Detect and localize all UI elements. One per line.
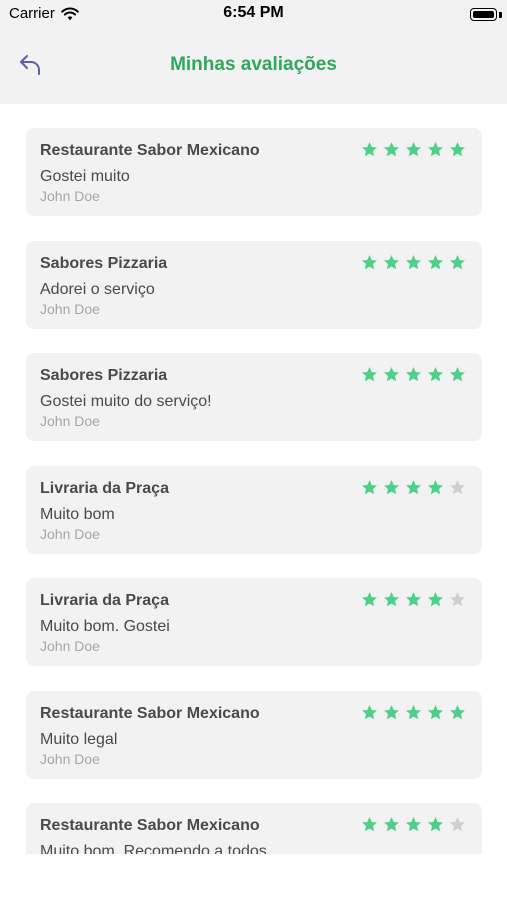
status-time: 6:54 PM <box>223 4 284 21</box>
star-filled-icon <box>406 254 421 269</box>
review-card[interactable]: Restaurante Sabor Mexicano Gostei muito Jo… <box>26 128 482 216</box>
review-place-name: Restaurante Sabor Mexicano <box>40 817 260 834</box>
review-comment: Muito bom <box>40 505 115 523</box>
battery-icon <box>470 8 497 21</box>
star-filled-icon <box>450 142 465 157</box>
status-bar: Carrier 6:54 PM <box>0 0 507 30</box>
star-filled-icon <box>384 817 399 832</box>
review-author: John Doe <box>40 300 100 317</box>
review-place-name: Restaurante Sabor Mexicano <box>40 704 260 722</box>
rating-stars <box>356 479 466 496</box>
star-filled-icon <box>362 592 377 607</box>
review-author: John Doe <box>40 188 100 204</box>
rating-stars <box>356 704 466 721</box>
star-filled-icon <box>384 704 399 719</box>
review-card[interactable]: Sabores Pizzaria Gostei muito do serviço!… <box>26 353 482 441</box>
review-comment: Muito bom. Gostei <box>40 618 170 635</box>
star-filled-icon <box>428 817 443 832</box>
star-filled-icon <box>428 142 443 157</box>
star-filled-icon <box>362 704 377 719</box>
review-comment: Gostei muito do serviço! <box>40 393 212 410</box>
star-filled-icon <box>428 479 443 494</box>
nav-bar: Minhas avaliações <box>0 30 507 104</box>
star-empty-icon <box>450 479 465 494</box>
review-comment: Gostei muito <box>40 168 130 185</box>
star-filled-icon <box>362 817 377 832</box>
star-filled-icon <box>406 142 421 157</box>
star-filled-icon <box>406 704 421 719</box>
battery-level <box>473 11 494 18</box>
rating-stars <box>356 591 466 608</box>
star-filled-icon <box>428 367 443 382</box>
review-card[interactable]: Sabores Pizzaria Adorei o serviço John Doe <box>26 240 482 329</box>
star-filled-icon <box>362 479 377 494</box>
star-filled-icon <box>406 592 421 607</box>
review-comment: Muito legal <box>40 730 118 748</box>
star-filled-icon <box>406 817 421 832</box>
review-author: John Doe <box>40 750 100 767</box>
review-card[interactable]: Restaurante Sabor Mexicano Muito legal Joh… <box>26 690 482 779</box>
star-filled-icon <box>428 254 443 269</box>
review-author: John Doe <box>40 638 100 654</box>
review-card[interactable]: Livraria da Praça Muito bom John Doe <box>26 465 482 554</box>
star-filled-icon <box>450 254 465 269</box>
review-place-name: Livraria da Praça <box>40 592 169 609</box>
rating-stars <box>356 254 466 271</box>
review-comment: Muito bom. Recomendo a todos <box>40 843 267 854</box>
review-card[interactable]: Restaurante Sabor Mexicano Muito bom. Rec… <box>26 803 482 854</box>
screen: Carrier 6:54 PM Minhas avaliações Restau… <box>0 0 507 900</box>
star-filled-icon <box>362 142 377 157</box>
star-filled-icon <box>384 142 399 157</box>
star-filled-icon <box>406 479 421 494</box>
review-author: John Doe <box>40 413 100 429</box>
star-filled-icon <box>384 479 399 494</box>
star-filled-icon <box>362 254 377 269</box>
review-card[interactable]: Livraria da Praça Muito bom. Gostei John D… <box>26 578 482 666</box>
star-filled-icon <box>450 704 465 719</box>
rating-stars <box>356 816 466 833</box>
star-filled-icon <box>384 367 399 382</box>
star-empty-icon <box>450 817 465 832</box>
review-author: John Doe <box>40 525 100 542</box>
star-filled-icon <box>450 367 465 382</box>
star-filled-icon <box>384 254 399 269</box>
star-filled-icon <box>428 704 443 719</box>
review-place-name: Restaurante Sabor Mexicano <box>40 142 260 159</box>
star-empty-icon <box>450 592 465 607</box>
review-place-name: Livraria da Praça <box>40 479 169 497</box>
rating-stars <box>356 141 466 158</box>
page-title: Minhas avaliações <box>170 54 337 75</box>
rating-stars <box>356 366 466 383</box>
star-filled-icon <box>384 592 399 607</box>
star-filled-icon <box>406 367 421 382</box>
reviews-list[interactable]: Restaurante Sabor Mexicano Gostei muito Jo… <box>0 104 507 854</box>
review-place-name: Sabores Pizzaria <box>40 254 168 272</box>
star-filled-icon <box>428 592 443 607</box>
review-place-name: Sabores Pizzaria <box>40 367 168 384</box>
star-filled-icon <box>362 367 377 382</box>
battery-tip <box>499 12 502 18</box>
review-comment: Adorei o serviço <box>40 280 155 298</box>
